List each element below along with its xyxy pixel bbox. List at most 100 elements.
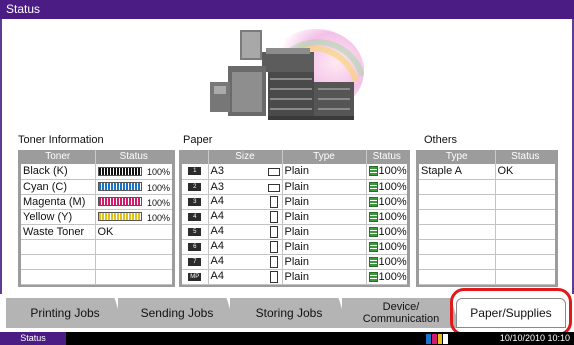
- table-row: 2 A3 Plain 100%: [182, 179, 407, 195]
- empty-cell: [21, 239, 95, 255]
- paper-orientation-icon: [269, 226, 278, 238]
- paper-size: A3: [207, 164, 282, 180]
- empty-cell: [494, 179, 555, 195]
- table-row: 6 A4 Plain 100%: [182, 239, 407, 255]
- paper-size: A4: [207, 254, 282, 270]
- toner-status: 100%: [94, 164, 172, 180]
- date-time: 10/10/2010 10:10: [499, 333, 570, 343]
- paper-level-icon: [368, 241, 378, 252]
- others-type: Staple A: [419, 164, 495, 180]
- table-row: 5 A4 Plain 100%: [182, 224, 407, 240]
- tray-icon: MP: [188, 272, 202, 281]
- empty-cell: [94, 269, 172, 285]
- toner-icon: [426, 334, 448, 344]
- paper-type: Plain: [281, 179, 366, 195]
- paper-level: 100%: [378, 255, 407, 268]
- tab-storing-jobs[interactable]: Storing Jobs: [230, 298, 348, 328]
- status-bar: Status 10/10/2010 10:10: [0, 332, 574, 345]
- toner-status: 100%: [94, 209, 172, 225]
- paper-size-value: A4: [210, 255, 224, 267]
- paper-level: 100%: [378, 195, 407, 208]
- others-status: OK: [494, 164, 555, 180]
- empty-cell: [21, 269, 95, 285]
- waste-toner-name: Waste Toner: [21, 224, 95, 240]
- toner-level-meter: [97, 166, 142, 176]
- table-row: Waste Toner OK: [21, 224, 172, 240]
- tray-icon: 6: [188, 242, 202, 251]
- toner-section-label: Toner Information: [18, 134, 104, 146]
- paper-level: 100%: [378, 165, 407, 178]
- toner-table-panel: Toner Status Black (K) 100% Cyan (C) 100…: [18, 150, 175, 287]
- empty-cell: [419, 254, 495, 270]
- tab-sending-jobs[interactable]: Sending Jobs: [118, 298, 236, 328]
- tray-cell: 7: [182, 254, 208, 270]
- toner-level-meter: [97, 197, 142, 207]
- tray-icon: 3: [188, 197, 202, 206]
- waste-toner-status: OK: [94, 224, 172, 240]
- table-row: Black (K) 100%: [21, 164, 172, 180]
- table-row: 4 A4 Plain 100%: [182, 209, 407, 225]
- paper-size-value: A4: [210, 210, 224, 222]
- table-row: [419, 209, 555, 225]
- tab-printing-jobs[interactable]: Printing Jobs: [6, 298, 124, 328]
- paper-header-tray: [182, 150, 208, 164]
- toner-status: 100%: [94, 179, 172, 195]
- status-button[interactable]: Status: [0, 332, 66, 345]
- toner-table: Toner Status Black (K) 100% Cyan (C) 100…: [21, 150, 172, 285]
- tab-device-communication[interactable]: Device/ Communication: [342, 298, 460, 328]
- paper-type: Plain: [281, 209, 366, 225]
- table-row: Yellow (Y) 100%: [21, 209, 172, 225]
- table-row: 1 A3 Plain 100%: [182, 164, 407, 180]
- toner-status: 100%: [94, 194, 172, 210]
- paper-type: Plain: [281, 194, 366, 210]
- paper-level: 100%: [378, 180, 407, 193]
- table-row: 7 A4 Plain 100%: [182, 254, 407, 270]
- paper-status: 100%: [365, 254, 407, 270]
- empty-cell: [494, 209, 555, 225]
- paper-orientation-icon: [267, 183, 280, 192]
- tray-cell: 6: [182, 239, 208, 255]
- paper-status: 100%: [365, 194, 407, 210]
- empty-cell: [494, 224, 555, 240]
- paper-size: A3: [207, 179, 282, 195]
- paper-level-icon: [368, 166, 378, 177]
- paper-size: A4: [207, 209, 282, 225]
- paper-size-value: A4: [210, 240, 224, 252]
- paper-status: 100%: [365, 209, 407, 225]
- toner-level: 100%: [146, 182, 170, 193]
- paper-orientation-icon: [269, 271, 278, 283]
- paper-level: 100%: [378, 270, 407, 283]
- paper-level: 100%: [378, 210, 407, 223]
- paper-type: Plain: [281, 239, 366, 255]
- empty-cell: [419, 239, 495, 255]
- tray-icon: 1: [188, 167, 202, 176]
- toner-name: Yellow (Y): [21, 209, 95, 225]
- toner-header-name: Toner: [21, 150, 95, 164]
- paper-size-value: A4: [210, 195, 224, 207]
- table-row: Staple A OK: [419, 164, 555, 180]
- empty-cell: [419, 179, 495, 195]
- tray-cell: 1: [182, 164, 208, 180]
- toner-header-status: Status: [94, 150, 172, 164]
- toner-level-meter: [97, 212, 142, 222]
- table-row: [21, 254, 172, 270]
- empty-cell: [419, 269, 495, 285]
- tab-device-communication-label: Device/ Communication: [362, 301, 440, 325]
- table-row: [419, 239, 555, 255]
- empty-cell: [494, 254, 555, 270]
- paper-orientation-icon: [267, 168, 280, 177]
- toner-level: 100%: [146, 212, 170, 223]
- table-row: [419, 269, 555, 285]
- paper-size: A4: [207, 194, 282, 210]
- empty-cell: [94, 239, 172, 255]
- paper-size: A4: [207, 239, 282, 255]
- table-row: [21, 239, 172, 255]
- paper-size-value: A3: [210, 180, 224, 193]
- paper-type: Plain: [281, 164, 366, 180]
- table-row: 3 A4 Plain 100%: [182, 194, 407, 210]
- paper-level-icon: [368, 211, 378, 222]
- paper-header-type: Type: [281, 150, 366, 164]
- empty-cell: [494, 239, 555, 255]
- paper-orientation-icon: [269, 196, 278, 208]
- empty-cell: [419, 209, 495, 225]
